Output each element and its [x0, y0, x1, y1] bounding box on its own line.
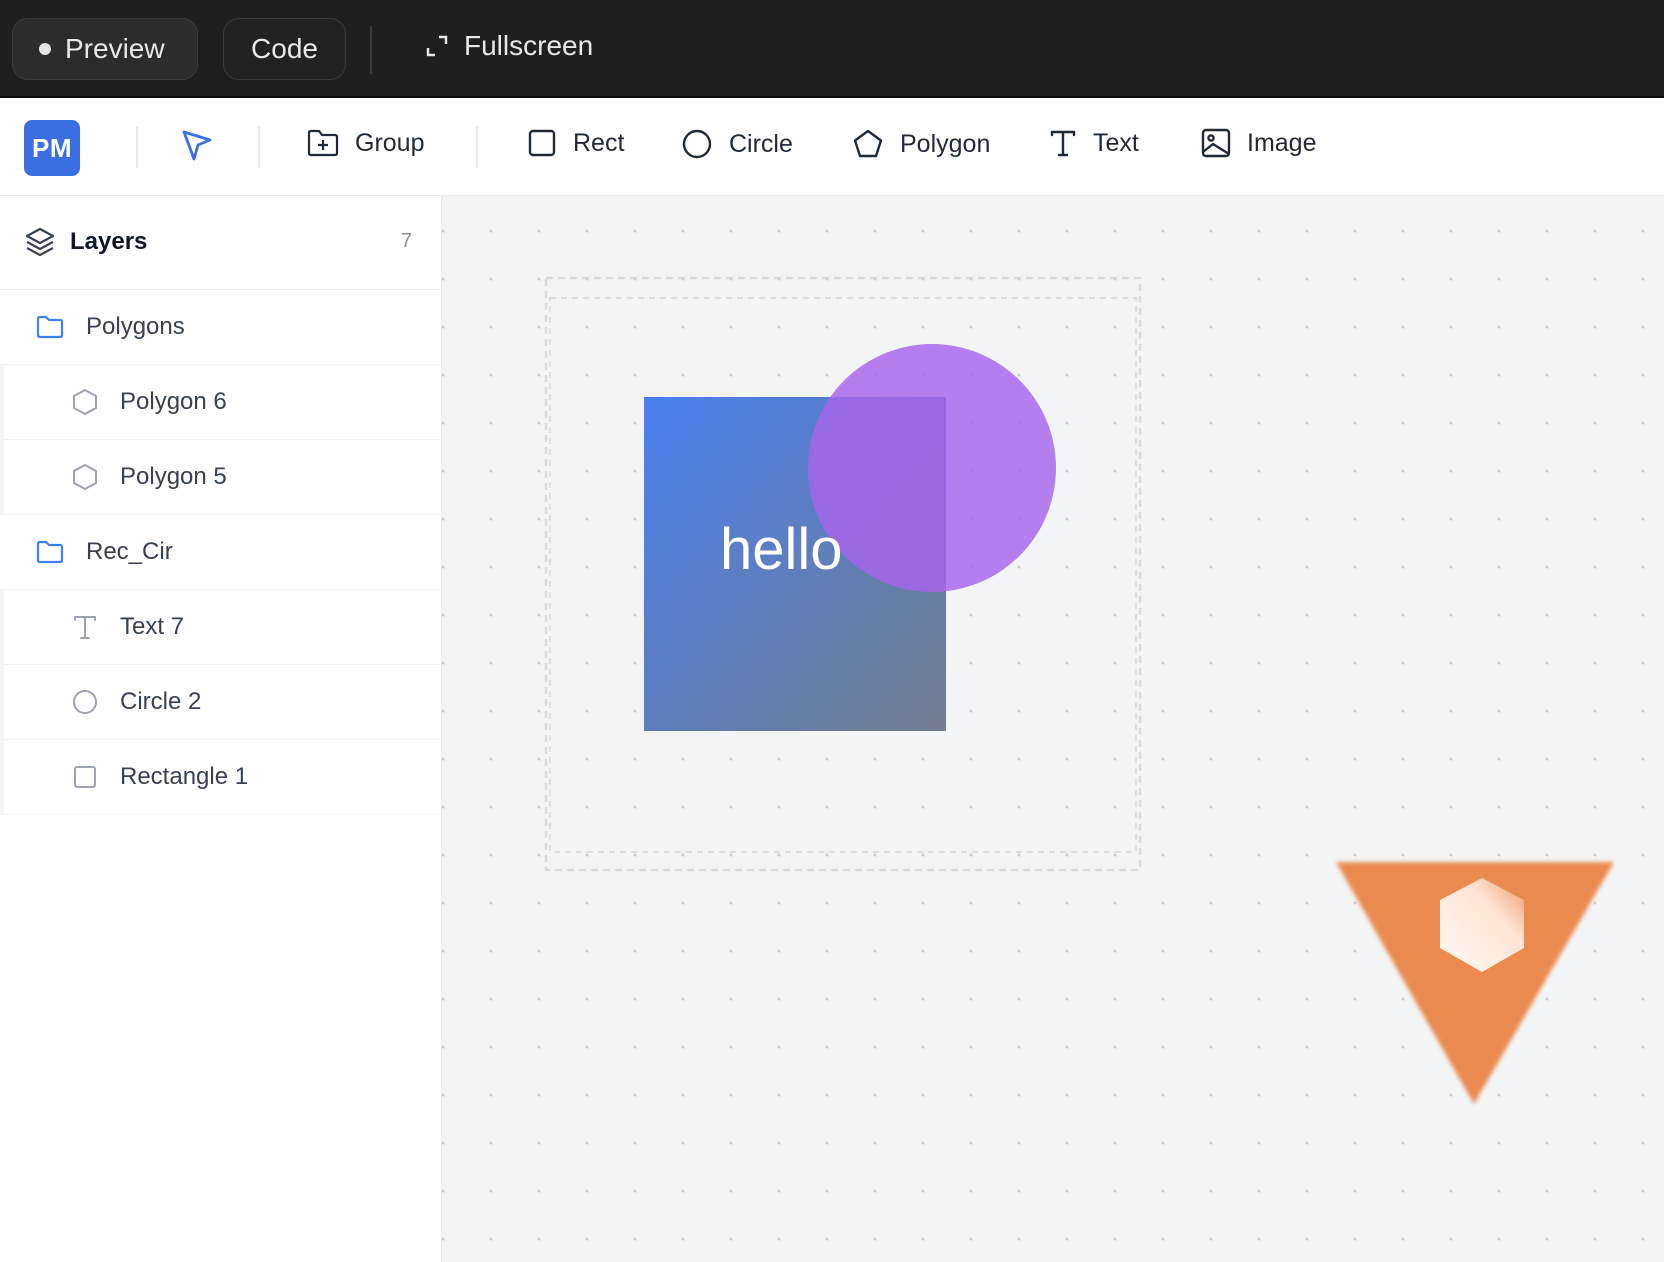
layers-header: Layers 7 [0, 196, 440, 290]
top-bar: Preview Code Fullscreen [0, 0, 1664, 98]
layer-item-rec-cir[interactable]: Rec_Cir [0, 515, 440, 590]
layer-label: Polygon 5 [120, 463, 227, 490]
code-tab[interactable]: Code [223, 18, 346, 80]
preview-tab[interactable]: Preview [12, 18, 198, 80]
circle-2-shape[interactable] [808, 344, 1056, 592]
layer-label: Rec_Cir [86, 538, 173, 565]
circle-icon [73, 690, 97, 714]
layer-item-rectangle-1[interactable]: Rectangle 1 [0, 740, 440, 815]
layers-icon [25, 227, 55, 257]
fullscreen-button[interactable]: Fullscreen [426, 30, 593, 62]
layers-panel: Layers 7 Polygons Polygon 6 Polygon 5 Re… [0, 196, 442, 1262]
polygon-tool-button[interactable]: Polygon [852, 128, 990, 160]
text-tool-button[interactable]: Text [1049, 128, 1139, 158]
tool-bar: PM Group Rect Circle Polygon Text Image [0, 98, 1664, 196]
active-dot-icon [39, 43, 51, 55]
pointer-icon [182, 130, 212, 161]
layer-item-polygon-6[interactable]: Polygon 6 [0, 365, 440, 440]
pentagon-icon [853, 129, 883, 158]
circle-tool-label: Circle [729, 129, 793, 158]
app-logo: PM [24, 120, 80, 176]
image-tool-label: Image [1247, 128, 1317, 157]
layer-item-polygon-5[interactable]: Polygon 5 [0, 440, 440, 515]
square-icon [74, 766, 96, 788]
layer-label: Polygons [86, 313, 185, 340]
layer-label: Circle 2 [120, 688, 202, 715]
group-tool-label: Group [355, 128, 425, 157]
layer-item-text-7[interactable]: Text 7 [0, 590, 440, 665]
toolbar-divider [258, 126, 260, 168]
circle-tool-button[interactable]: Circle [681, 128, 793, 160]
circle-icon [682, 129, 712, 159]
canvas-shapes: hello [544, 276, 1614, 1104]
text-tool-label: Text [1093, 128, 1139, 157]
fullscreen-label: Fullscreen [464, 30, 594, 61]
layer-label: Rectangle 1 [120, 763, 249, 790]
rect-tool-button[interactable]: Rect [527, 128, 624, 158]
layer-label: Text 7 [120, 613, 185, 640]
image-tool-button[interactable]: Image [1201, 128, 1316, 158]
layer-item-polygons[interactable]: Polygons [0, 290, 440, 365]
toolbar-divider [476, 126, 478, 168]
code-label: Code [251, 33, 318, 64]
text-icon [1050, 130, 1076, 157]
layers-count: 7 [400, 230, 412, 252]
preview-label: Preview [65, 33, 165, 64]
folder-icon [36, 315, 64, 339]
image-icon [1201, 128, 1231, 158]
rect-tool-label: Rect [573, 128, 625, 157]
square-icon [528, 129, 556, 157]
select-tool-button[interactable] [180, 128, 230, 164]
hexagon-icon [73, 464, 97, 490]
layers-title: Layers [70, 228, 148, 255]
folder-plus-icon [307, 129, 339, 157]
group-tool-button[interactable]: Group [307, 128, 424, 158]
topbar-divider [370, 26, 372, 74]
text-7-shape[interactable]: hello [720, 517, 843, 582]
hexagon-icon [73, 389, 97, 415]
expand-icon [426, 35, 448, 57]
text-icon [74, 616, 96, 639]
toolbar-divider [136, 126, 138, 168]
design-canvas[interactable]: hello [442, 196, 1664, 1262]
layer-item-circle-2[interactable]: Circle 2 [0, 665, 440, 740]
polygon-tool-label: Polygon [900, 129, 991, 158]
folder-icon [36, 540, 64, 564]
layer-label: Polygon 6 [120, 388, 227, 415]
